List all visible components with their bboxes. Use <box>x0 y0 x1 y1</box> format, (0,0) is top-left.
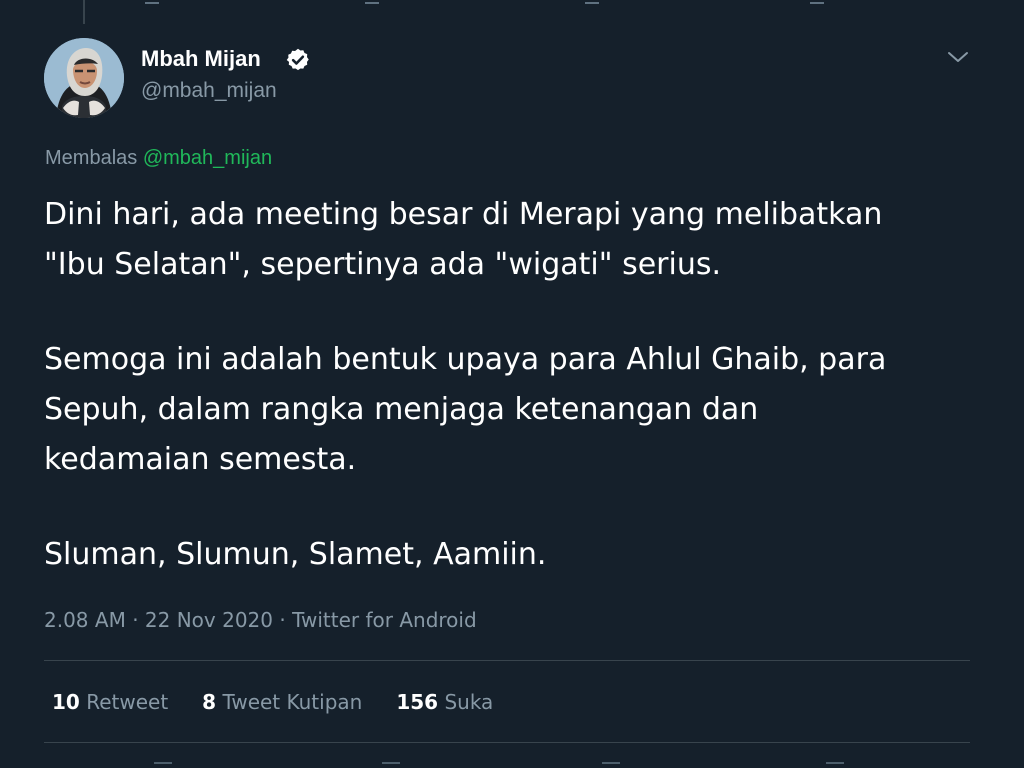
reply-action-fragment <box>145 0 159 4</box>
tweet-metadata: 2.08 AM · 22 Nov 2020 · Twitter for Andr… <box>44 606 477 634</box>
like-action-fragment <box>602 762 620 768</box>
thread-connector-line <box>83 0 85 24</box>
tweet-time[interactable]: 2.08 AM <box>44 608 126 632</box>
quote-tweet-label: Tweet Kutipan <box>222 690 363 714</box>
divider <box>44 742 970 743</box>
author-name[interactable]: Mbah Mijan <box>141 45 261 73</box>
meta-separator: · <box>132 608 139 632</box>
avatar[interactable] <box>44 38 124 118</box>
retweet-label: Retweet <box>86 690 169 714</box>
retweet-count[interactable]: 10 Retweet <box>52 687 168 717</box>
retweet-action-fragment <box>382 762 400 768</box>
reply-context: Membalas @mbah_mijan <box>45 144 272 172</box>
tweet-paragraph: Dini hari, ada meeting besar di Merapi y… <box>44 197 883 282</box>
tweet-paragraph: Sluman, Slumun, Slamet, Aamiin. <box>44 537 547 572</box>
previous-tweet-actions <box>0 0 1024 4</box>
share-action-fragment <box>826 762 844 768</box>
tweet-action-bar-fragment <box>0 762 1024 768</box>
reply-action-fragment <box>154 762 172 768</box>
meta-separator: · <box>279 608 286 632</box>
divider <box>44 660 970 661</box>
like-action-fragment <box>585 0 599 4</box>
tweet-source[interactable]: Twitter for Android <box>292 608 477 632</box>
tweet-text: Dini hari, ada meeting besar di Merapi y… <box>44 190 984 580</box>
quote-tweet-count-value: 8 <box>202 690 217 714</box>
chevron-down-icon[interactable] <box>943 42 973 72</box>
reply-prefix: Membalas <box>45 147 138 169</box>
retweet-action-fragment <box>365 0 379 4</box>
like-count-value: 156 <box>396 690 439 714</box>
reply-mention-link[interactable]: @mbah_mijan <box>143 147 272 169</box>
verified-badge-icon <box>286 48 309 71</box>
tweet-stats: 10 Retweet 8 Tweet Kutipan 156 Suka <box>52 687 493 717</box>
share-action-fragment <box>810 0 824 4</box>
tweet-date[interactable]: 22 Nov 2020 <box>145 608 273 632</box>
like-label: Suka <box>444 690 494 714</box>
retweet-count-value: 10 <box>52 690 80 714</box>
author-handle[interactable]: @mbah_mijan <box>141 78 277 104</box>
tweet-paragraph: Semoga ini adalah bentuk upaya para Ahlu… <box>44 342 887 477</box>
quote-tweet-count[interactable]: 8 Tweet Kutipan <box>202 687 362 717</box>
user-avatar-icon <box>44 38 124 118</box>
like-count[interactable]: 156 Suka <box>396 687 493 717</box>
